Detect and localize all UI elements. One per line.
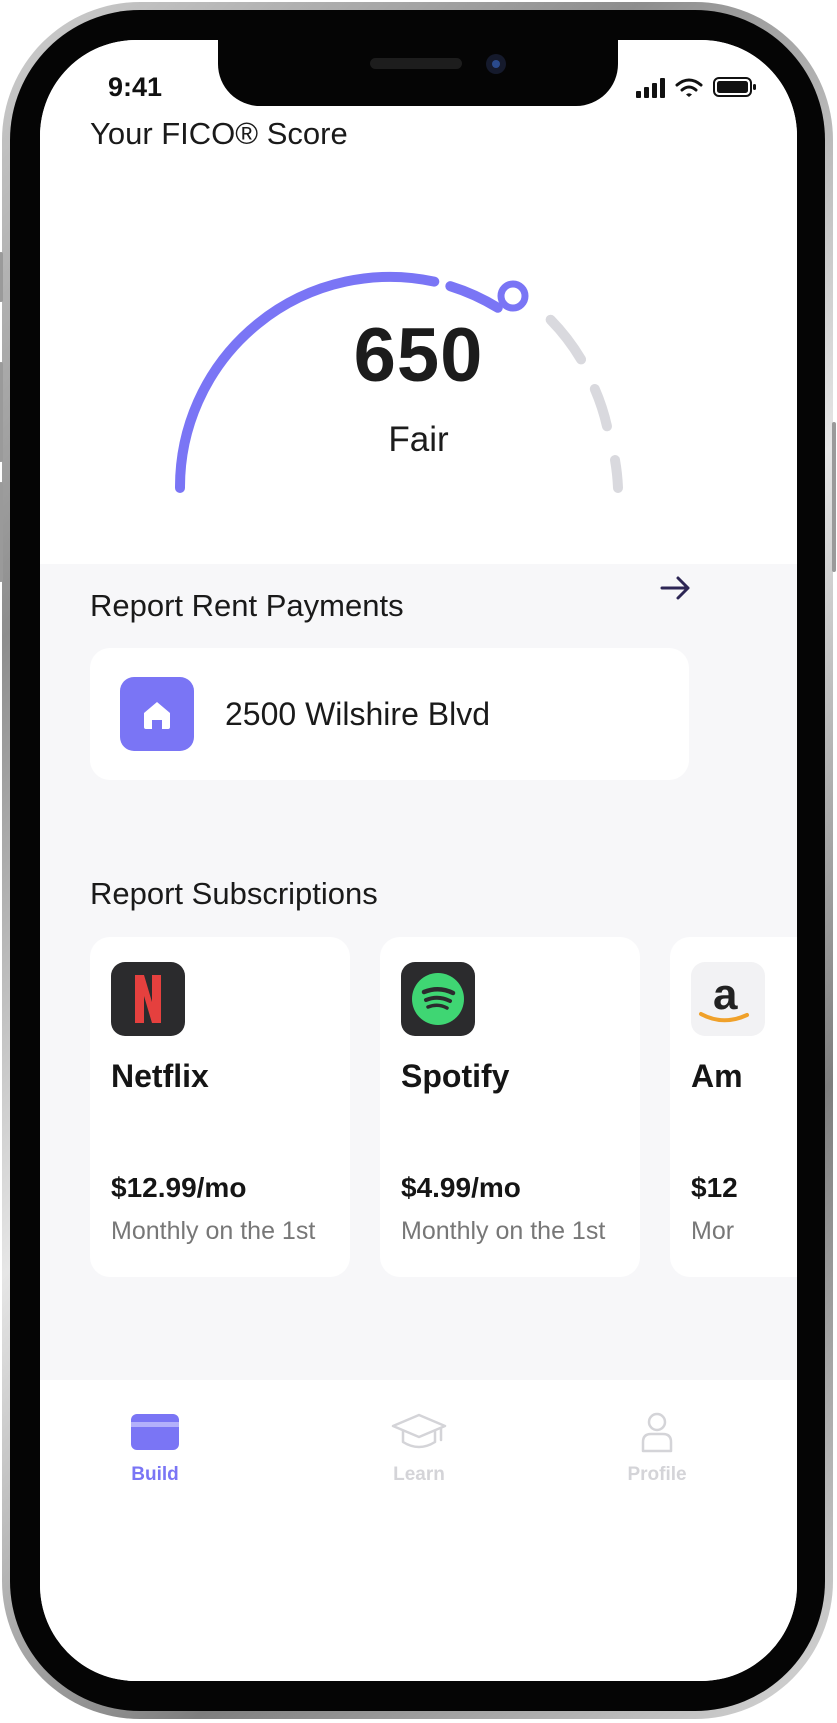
house-icon — [144, 702, 170, 729]
gauge-progress-arc — [445, 281, 503, 313]
subscription-schedule: Mor — [691, 1217, 735, 1245]
tab-label: Build — [131, 1464, 179, 1485]
spotify-logo-icon — [401, 962, 475, 1036]
notch — [218, 40, 618, 106]
tab-profile[interactable]: Profile — [582, 1410, 732, 1486]
card-icon — [131, 1414, 179, 1450]
wifi-icon — [675, 78, 703, 97]
gauge-marker — [497, 280, 529, 312]
subscription-name: Am — [691, 1058, 743, 1094]
app-screen: Your FICO® Score 650 Fair Report Rent Pa… — [40, 40, 797, 1681]
subscription-card-amazon[interactable]: a Am $12 Mor — [670, 937, 797, 1277]
subscription-name: Spotify — [401, 1058, 510, 1094]
netflix-logo-icon — [111, 962, 185, 1036]
rent-address-card[interactable]: 2500 Wilshire Blvd — [90, 648, 689, 780]
subscription-card-netflix[interactable]: Netflix $12.99/mo Monthly on the 1st — [90, 937, 350, 1277]
score-rating: Fair — [388, 420, 449, 459]
score-value: 650 — [353, 313, 484, 398]
score-gauge — [174, 271, 623, 493]
status-time: 9:41 — [108, 72, 163, 102]
tab-label: Learn — [393, 1464, 445, 1485]
graduation-cap-icon — [391, 1413, 447, 1449]
subscription-schedule: Monthly on the 1st — [111, 1217, 316, 1245]
gauge-track-segment — [610, 455, 623, 493]
cellular-signal-icon — [636, 78, 665, 98]
subscription-card-spotify[interactable]: Spotify $4.99/mo Monthly on the 1st — [380, 937, 640, 1277]
volume-up-button — [0, 362, 3, 462]
status-icons — [636, 76, 757, 98]
house-icon-tile — [120, 677, 194, 751]
mute-switch — [0, 252, 3, 302]
tab-build[interactable]: Build — [80, 1410, 230, 1486]
subscriptions-section-title: Report Subscriptions — [90, 876, 378, 911]
svg-text:a: a — [713, 970, 738, 1019]
score-section: Your FICO® Score 650 Fair — [40, 40, 797, 564]
volume-down-button — [0, 482, 3, 582]
speaker-grille — [370, 58, 462, 69]
amazon-logo-icon: a — [691, 962, 765, 1036]
tab-label: Profile — [627, 1464, 687, 1485]
subscription-price: $4.99/mo — [401, 1172, 521, 1203]
subscription-name: Netflix — [111, 1058, 209, 1094]
tab-bar: Build Learn Profile — [40, 1380, 797, 1681]
front-camera — [486, 54, 506, 74]
tab-learn[interactable]: Learn — [344, 1410, 494, 1486]
subscription-price: $12.99/mo — [111, 1172, 247, 1203]
battery-icon — [713, 77, 756, 97]
rent-address: 2500 Wilshire Blvd — [225, 696, 490, 732]
subscription-schedule: Monthly on the 1st — [401, 1217, 606, 1245]
rent-section-title: Report Rent Payments — [90, 588, 404, 623]
power-button — [832, 422, 836, 572]
subscription-price: $12 — [691, 1172, 738, 1203]
arrow-right-icon[interactable] — [656, 568, 696, 608]
person-icon — [641, 1412, 673, 1453]
